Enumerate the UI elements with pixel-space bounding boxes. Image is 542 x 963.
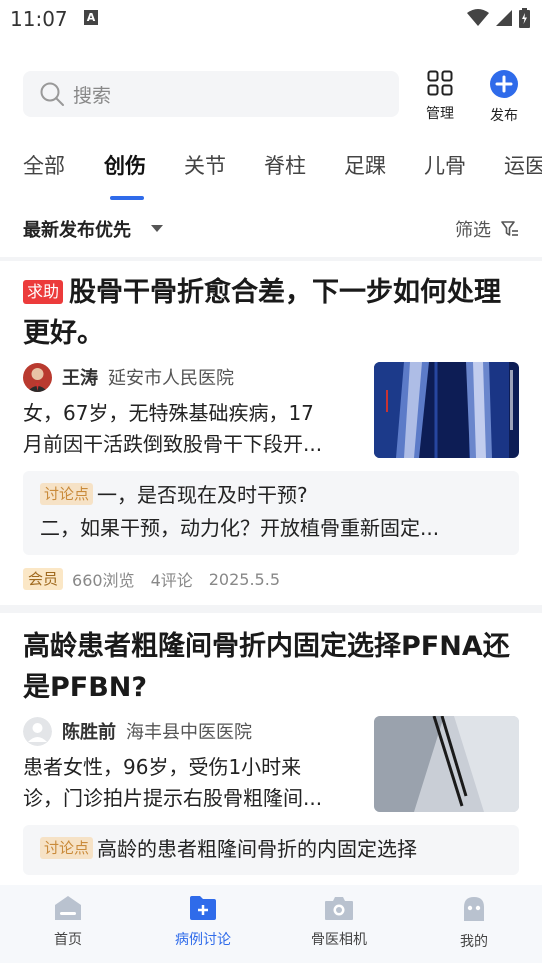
- manage-label: 管理: [426, 106, 454, 122]
- author-row[interactable]: 王涛 延安市人民医院: [23, 362, 234, 392]
- sort-dropdown[interactable]: 最新发布优先: [23, 216, 131, 242]
- caret-down-icon[interactable]: [151, 225, 163, 232]
- post-meta: 会员 660浏览 4评论 2025.5.5: [23, 567, 296, 591]
- author-row[interactable]: 陈胜前 海丰县中医医院: [23, 716, 252, 746]
- wifi-icon: [467, 9, 489, 26]
- discussion-box[interactable]: 讨论点 一，是否现在及时干预? 二，如果干预，动力化？开放植骨重新固定...: [23, 471, 519, 555]
- status-time: 11:07: [10, 7, 68, 31]
- sort-row: 最新发布优先 筛选: [0, 210, 542, 250]
- view-count: 660浏览: [72, 571, 135, 590]
- discussion-line: 讨论点 高龄的患者粗隆间骨折的内固定选择: [40, 833, 500, 866]
- plus-circle-icon: [490, 70, 518, 98]
- comment-count: 4评论: [150, 571, 193, 590]
- grid-icon: [427, 70, 453, 96]
- manage-button[interactable]: 管理: [415, 70, 465, 123]
- post-description: 女，67岁，无特殊基础疾病，17 月前因干活跌倒致股骨干下段开...: [23, 401, 323, 456]
- xray-thumbnail[interactable]: [374, 716, 519, 812]
- status-bar: 11:07 A: [0, 0, 542, 38]
- avatar[interactable]: [23, 716, 52, 746]
- search-placeholder: 搜索: [73, 84, 112, 107]
- active-tab-indicator: [110, 196, 144, 200]
- post-description: 患者女性，96岁，受伤1小时来 诊，门诊拍片提示右股骨粗隆间...: [23, 755, 323, 810]
- divider: [0, 257, 542, 261]
- status-icons: [467, 8, 530, 28]
- filter-icon[interactable]: [500, 219, 520, 239]
- avatar[interactable]: [23, 362, 52, 392]
- profile-icon: [464, 897, 484, 921]
- tab-spine[interactable]: 脊柱: [264, 150, 306, 180]
- category-tabs: 全部 创伤 关节 脊柱 足踝 儿骨 运医: [0, 150, 542, 200]
- case-folder-icon: [190, 896, 216, 920]
- tab-foot-ankle[interactable]: 足踝: [344, 150, 386, 180]
- nav-home[interactable]: 首页: [18, 895, 118, 949]
- discussion-line: 讨论点 一，是否现在及时干预?: [40, 479, 500, 512]
- tab-sports-medicine[interactable]: 运医: [504, 150, 542, 180]
- nav-case-discussion-label: 病例讨论: [175, 932, 231, 948]
- tab-all[interactable]: 全部: [23, 150, 65, 180]
- discussion-box[interactable]: 讨论点 高龄的患者粗隆间骨折的内固定选择: [23, 825, 519, 875]
- battery-icon: [519, 8, 530, 28]
- post-title[interactable]: 高龄患者粗隆间骨折内固定选择PFNA还 是PFBN?: [23, 626, 533, 708]
- discussion-line: 二，如果干预，动力化？开放植骨重新固定...: [40, 516, 440, 540]
- discussion-badge: 讨论点: [40, 837, 94, 859]
- nav-case-discussion[interactable]: 病例讨论: [153, 895, 253, 949]
- xray-thumbnail[interactable]: [374, 362, 519, 458]
- search-input[interactable]: 搜索: [23, 71, 399, 117]
- nav-profile[interactable]: 我的: [424, 895, 524, 951]
- help-badge: 求助: [23, 280, 64, 304]
- search-icon: [40, 82, 64, 106]
- nav-camera[interactable]: 骨医相机: [289, 895, 389, 949]
- nav-camera-label: 骨医相机: [311, 932, 367, 948]
- home-icon: [55, 896, 81, 920]
- signal-icon: [496, 10, 512, 26]
- filter-button[interactable]: 筛选: [455, 216, 491, 242]
- nav-profile-label: 我的: [460, 934, 488, 950]
- publish-label: 发布: [490, 108, 518, 124]
- tab-joint[interactable]: 关节: [184, 150, 226, 180]
- publish-button[interactable]: 发布: [479, 70, 529, 125]
- post-divider: [0, 605, 542, 613]
- nav-home-label: 首页: [54, 932, 82, 948]
- notification-icon: A: [84, 10, 98, 25]
- tab-pediatric[interactable]: 儿骨: [424, 150, 466, 180]
- post-title[interactable]: 求助 股骨干骨折愈合差，下一步如何处理 更好。: [23, 272, 523, 354]
- author-name: 陈胜前: [62, 722, 116, 743]
- author-hospital: 海丰县中医医院: [126, 722, 252, 743]
- member-badge: 会员: [23, 568, 64, 590]
- camera-icon: [325, 897, 353, 920]
- tab-trauma[interactable]: 创伤: [104, 150, 146, 180]
- author-hospital: 延安市人民医院: [108, 368, 234, 389]
- bottom-nav: 首页 病例讨论 骨医相机 我的: [0, 885, 542, 963]
- discussion-badge: 讨论点: [40, 483, 94, 505]
- post-date: 2025.5.5: [208, 569, 280, 589]
- author-name: 王涛: [62, 368, 98, 389]
